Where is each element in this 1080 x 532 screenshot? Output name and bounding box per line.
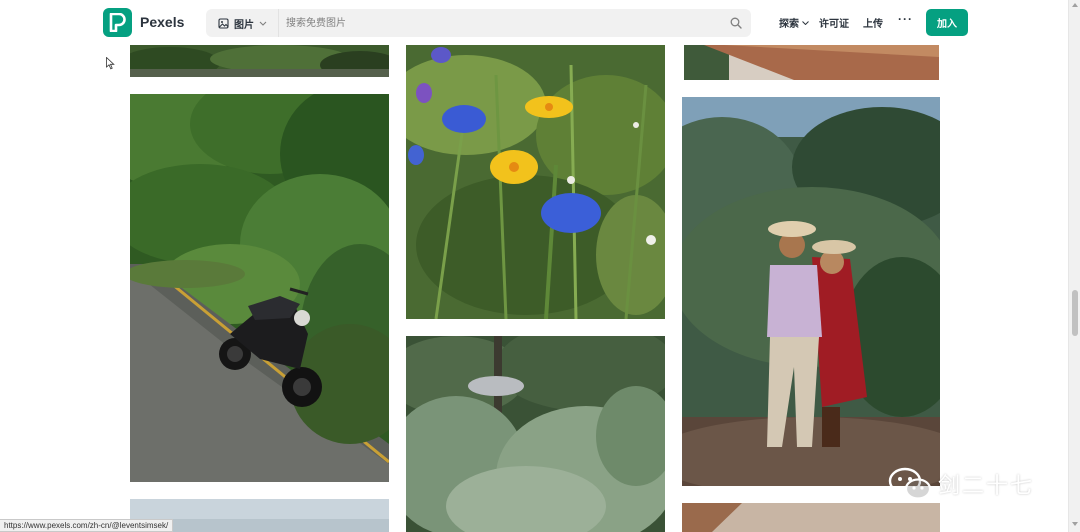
image-icon bbox=[218, 17, 229, 29]
search-bar: 图片 bbox=[206, 9, 751, 37]
search-type-label: 图片 bbox=[234, 19, 254, 31]
logo-text[interactable]: Pexels bbox=[140, 14, 184, 30]
chevron-down-icon bbox=[802, 20, 809, 25]
top-navbar: Pexels 图片 探索 bbox=[0, 0, 1068, 45]
photo-wood-crop[interactable] bbox=[684, 45, 939, 80]
scrollbar-thumb[interactable] bbox=[1072, 290, 1078, 336]
watermark-text: 剑二十七 bbox=[938, 474, 1035, 499]
photo-motorcycle-road[interactable] bbox=[130, 94, 389, 482]
pexels-logo[interactable] bbox=[103, 8, 132, 37]
nav-explore[interactable]: 探索 bbox=[779, 15, 809, 30]
more-menu-button[interactable]: ··· bbox=[898, 12, 913, 26]
scroll-up-arrow-icon[interactable] bbox=[1072, 3, 1078, 7]
search-divider bbox=[278, 9, 279, 37]
photo-bottom-right-crop[interactable] bbox=[682, 503, 940, 532]
wechat-icon bbox=[888, 467, 932, 500]
search-icon[interactable] bbox=[730, 17, 742, 29]
scroll-down-arrow-icon[interactable] bbox=[1072, 522, 1078, 526]
watermark: 剑二十七 bbox=[888, 467, 1034, 501]
pexels-logo-icon bbox=[109, 13, 126, 32]
nav-upload[interactable]: 上传 bbox=[863, 15, 883, 30]
chevron-down-icon bbox=[259, 21, 267, 26]
photo-pine-trees[interactable] bbox=[406, 336, 665, 532]
join-button[interactable]: 加入 bbox=[926, 9, 968, 36]
nav-explore-label: 探索 bbox=[779, 19, 799, 30]
photo-forest-crop[interactable] bbox=[130, 45, 389, 77]
photo-couple-portrait[interactable] bbox=[682, 97, 940, 486]
search-input[interactable] bbox=[286, 9, 716, 37]
search-type-dropdown[interactable]: 图片 bbox=[218, 9, 267, 37]
page-scrollbar[interactable] bbox=[1068, 0, 1080, 532]
mouse-cursor-icon bbox=[106, 57, 115, 70]
page: Pexels 图片 探索 bbox=[0, 0, 1080, 532]
nav-license[interactable]: 许可证 bbox=[819, 15, 849, 30]
photo-wildflowers[interactable] bbox=[406, 45, 665, 319]
browser-status-bar: https://www.pexels.com/zh-cn/@leventsims… bbox=[0, 519, 174, 532]
